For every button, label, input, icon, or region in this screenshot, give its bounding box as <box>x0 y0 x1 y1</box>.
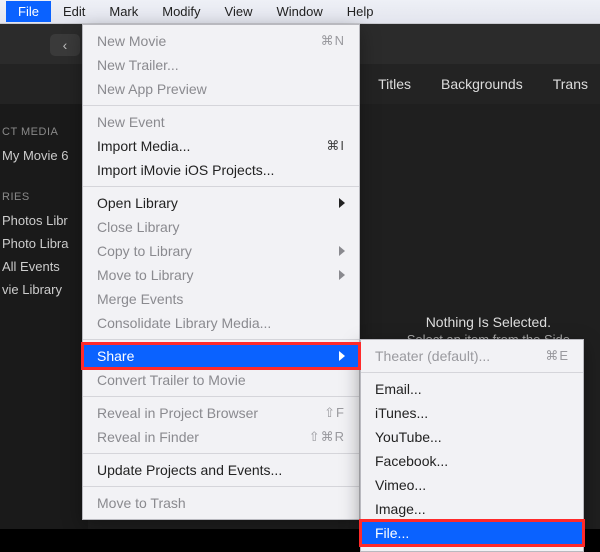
submenu-item-shortcut: ⌘E <box>545 348 569 364</box>
menu-item-shortcut: ⇧F <box>324 405 345 421</box>
submenu-item-email[interactable]: Email... <box>361 377 583 401</box>
file-menu: New Movie⌘N New Trailer... New App Preview… <box>82 24 360 520</box>
menu-item-move-to-trash: Move to Trash <box>83 491 359 515</box>
submenu-item-facebook[interactable]: Facebook... <box>361 449 583 473</box>
sidebar-item[interactable]: My Movie 6 <box>0 144 88 167</box>
menu-item-label: New Movie <box>97 33 321 49</box>
tab-trans[interactable]: Trans <box>553 76 588 92</box>
menubar: iMovie FileEditMarkModifyViewWindowHelp <box>0 0 600 24</box>
submenu-item-label: Image... <box>375 501 569 517</box>
sidebar-item[interactable]: Photo Libra <box>0 232 88 255</box>
menu-separator <box>83 486 359 487</box>
menu-item-import-media[interactable]: Import Media...⌘I <box>83 134 359 158</box>
back-button[interactable]: ‹ <box>50 34 80 56</box>
menubar-item-edit[interactable]: Edit <box>51 1 97 22</box>
menu-item-reveal-in-project-browser: Reveal in Project Browser⇧F <box>83 401 359 425</box>
menu-separator <box>83 186 359 187</box>
menu-item-label: New App Preview <box>97 81 345 97</box>
menubar-item-mark[interactable]: Mark <box>97 1 150 22</box>
submenu-item-label: Email... <box>375 381 569 397</box>
menu-item-open-library[interactable]: Open Library <box>83 191 359 215</box>
menu-item-consolidate-library-media: Consolidate Library Media... <box>83 311 359 335</box>
menu-item-shortcut: ⇧⌘R <box>309 429 345 445</box>
tab-backgrounds[interactable]: Backgrounds <box>441 76 523 92</box>
menu-item-shortcut: ⌘N <box>321 33 345 49</box>
chevron-right-icon <box>339 270 345 280</box>
menu-item-label: Import iMovie iOS Projects... <box>97 162 345 178</box>
sidebar: CT MEDIA My Movie 6 RIES Photos LibrPhoto L… <box>0 104 88 529</box>
menu-item-new-app-preview: New App Preview <box>83 77 359 101</box>
chevron-right-icon <box>339 351 345 361</box>
menu-item-copy-to-library: Copy to Library <box>83 239 359 263</box>
menu-separator <box>83 105 359 106</box>
menu-item-label: New Trailer... <box>97 57 345 73</box>
menu-item-label: New Event <box>97 114 345 130</box>
menu-item-label: Import Media... <box>97 138 326 154</box>
submenu-item-label: Facebook... <box>375 453 569 469</box>
sidebar-header-media: CT MEDIA <box>2 126 88 138</box>
submenu-item-file[interactable]: File... <box>361 521 583 545</box>
menu-item-move-to-library: Move to Library <box>83 263 359 287</box>
share-submenu: Theater (default)...⌘E Email... iTunes... Y… <box>360 339 584 552</box>
menu-item-new-movie: New Movie⌘N <box>83 29 359 53</box>
menu-item-label: Merge Events <box>97 291 345 307</box>
menu-item-new-trailer: New Trailer... <box>83 53 359 77</box>
menu-item-share[interactable]: Share <box>83 344 359 368</box>
menu-item-update-projects-and-events[interactable]: Update Projects and Events... <box>83 458 359 482</box>
menu-item-label: Reveal in Project Browser <box>97 405 324 421</box>
menu-item-label: Open Library <box>97 195 333 211</box>
submenu-item-label: YouTube... <box>375 429 569 445</box>
menu-item-label: Copy to Library <box>97 243 333 259</box>
menu-item-convert-trailer-to-movie: Convert Trailer to Movie <box>83 368 359 392</box>
sidebar-item[interactable]: Photos Libr <box>0 209 88 232</box>
menu-item-label: Convert Trailer to Movie <box>97 372 345 388</box>
submenu-item-label: Theater (default)... <box>375 348 545 364</box>
sidebar-item[interactable]: vie Library <box>0 278 88 301</box>
tab-titles[interactable]: Titles <box>378 76 411 92</box>
menubar-item-window[interactable]: Window <box>265 1 335 22</box>
sidebar-item[interactable]: All Events <box>0 255 88 278</box>
menu-item-label: Share <box>97 348 333 364</box>
submenu-item-label: File... <box>375 525 569 541</box>
submenu-item-youtube[interactable]: YouTube... <box>361 425 583 449</box>
chevron-right-icon <box>339 198 345 208</box>
menu-item-label: Reveal in Finder <box>97 429 309 445</box>
menu-item-label: Close Library <box>97 219 345 235</box>
empty-title: Nothing Is Selected. <box>407 314 570 330</box>
menubar-item-view[interactable]: View <box>213 1 265 22</box>
menu-item-reveal-in-finder: Reveal in Finder⇧⌘R <box>83 425 359 449</box>
menu-item-label: Move to Library <box>97 267 333 283</box>
menu-separator <box>361 372 583 373</box>
submenu-item-label: Vimeo... <box>375 477 569 493</box>
menubar-item-modify[interactable]: Modify <box>150 1 212 22</box>
menu-item-close-library: Close Library <box>83 215 359 239</box>
menubar-item-help[interactable]: Help <box>335 1 386 22</box>
submenu-item-theater-default: Theater (default)...⌘E <box>361 344 583 368</box>
submenu-item-itunes[interactable]: iTunes... <box>361 401 583 425</box>
menu-separator <box>83 339 359 340</box>
menu-item-new-event: New Event <box>83 110 359 134</box>
submenu-item-image[interactable]: Image... <box>361 497 583 521</box>
menu-item-merge-events: Merge Events <box>83 287 359 311</box>
menu-item-shortcut: ⌘I <box>326 138 345 154</box>
sidebar-header-libraries: RIES <box>2 191 88 203</box>
chevron-right-icon <box>339 246 345 256</box>
menu-item-label: Move to Trash <box>97 495 345 511</box>
menu-separator <box>83 453 359 454</box>
submenu-item-label: iTunes... <box>375 405 569 421</box>
menubar-item-file[interactable]: File <box>6 1 51 22</box>
menu-separator <box>83 396 359 397</box>
menu-item-label: Update Projects and Events... <box>97 462 345 478</box>
menu-item-label: Consolidate Library Media... <box>97 315 345 331</box>
submenu-item-vimeo[interactable]: Vimeo... <box>361 473 583 497</box>
menu-item-import-imovie-ios-projects[interactable]: Import iMovie iOS Projects... <box>83 158 359 182</box>
